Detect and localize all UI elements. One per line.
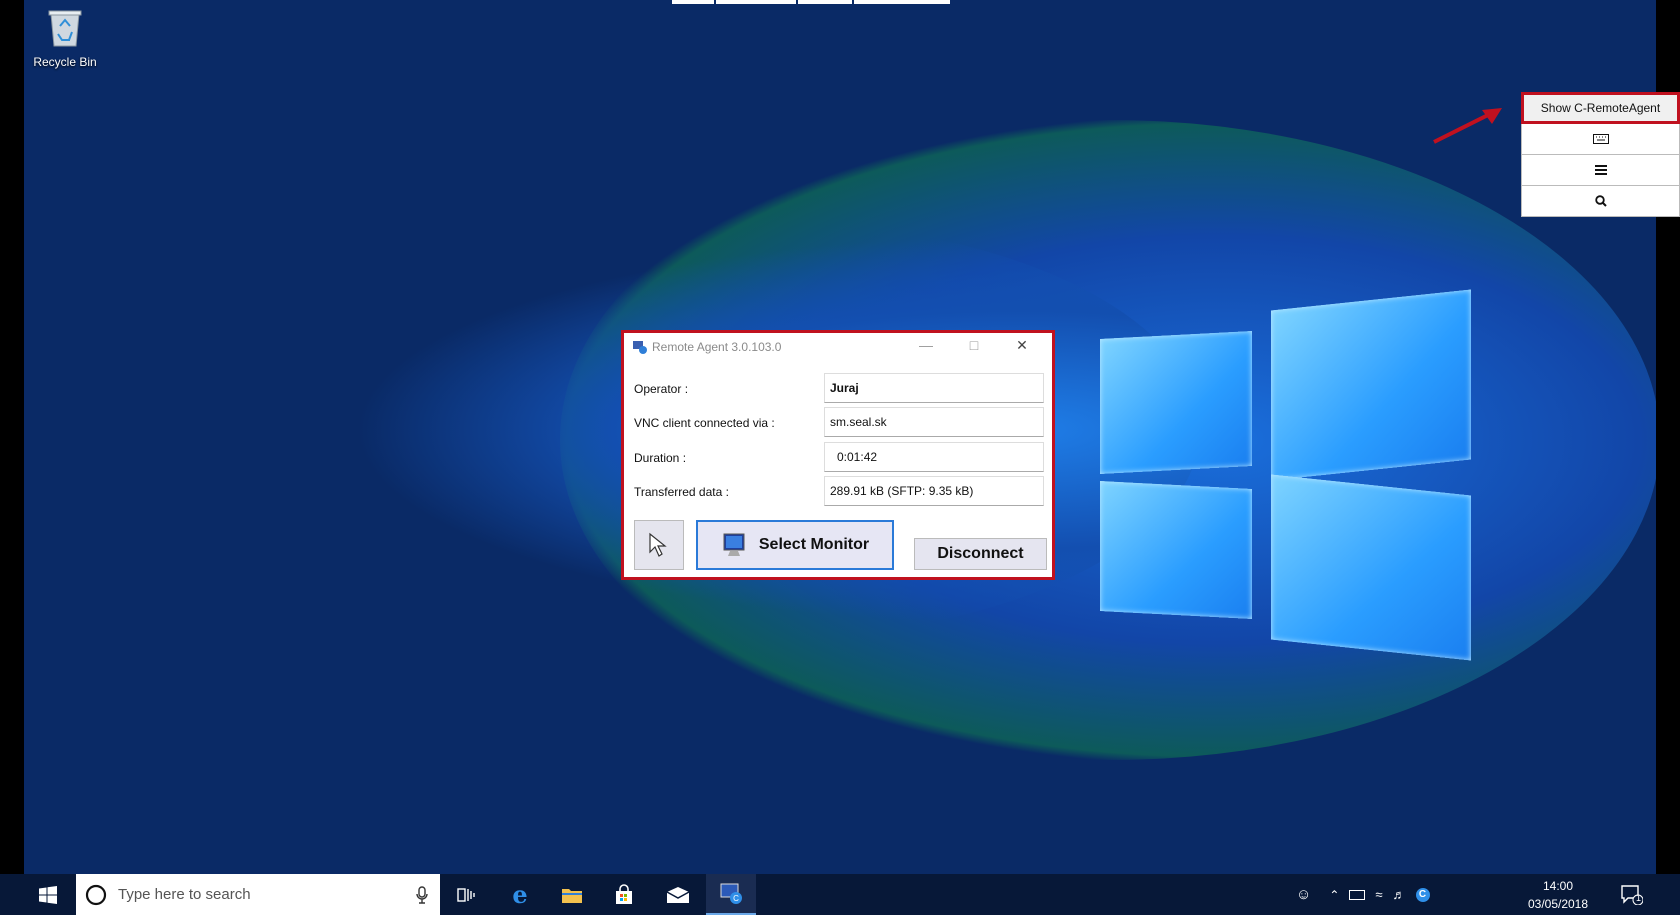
taskbar-search-box[interactable]: Type here to search bbox=[76, 874, 440, 915]
svg-text:C: C bbox=[733, 894, 739, 903]
maximize-button[interactable]: □ bbox=[950, 337, 998, 354]
select-monitor-label: Select Monitor bbox=[758, 536, 870, 553]
duration-value: 0:01:42 bbox=[824, 442, 1044, 472]
screen-edge-left bbox=[0, 0, 24, 874]
taskbar: Type here to search e C ☺ ⌃ ≈ ♬ C 14:00 … bbox=[0, 874, 1680, 915]
system-tray: ☺ ⌃ ≈ ♬ C bbox=[1296, 874, 1430, 915]
close-button[interactable]: ✕ bbox=[998, 337, 1046, 354]
mail-icon bbox=[666, 886, 690, 903]
hamburger-menu-icon bbox=[1594, 165, 1607, 175]
taskbar-clock[interactable]: 14:00 03/05/2018 bbox=[1518, 877, 1598, 913]
menu-button[interactable] bbox=[1521, 155, 1680, 186]
duration-label: Duration : bbox=[634, 451, 687, 465]
window-controls: — □ ✕ bbox=[902, 337, 1046, 354]
remote-agent-toolbar: Show C-RemoteAgent bbox=[1521, 92, 1680, 217]
mouse-pointer-icon bbox=[649, 532, 667, 557]
recycle-bin[interactable]: Recycle Bin bbox=[28, 6, 102, 69]
show-remote-agent-button[interactable]: Show C-RemoteAgent bbox=[1521, 92, 1680, 124]
keyboard-icon bbox=[1592, 134, 1609, 144]
store-button[interactable] bbox=[600, 874, 648, 915]
remote-agent-app-icon bbox=[633, 341, 647, 354]
wifi-icon[interactable]: ≈ bbox=[1375, 887, 1382, 902]
transferred-data-row: Transferred data : 289.91 kB (SFTP: 9.35… bbox=[634, 476, 1044, 506]
people-icon[interactable]: ☺ bbox=[1296, 886, 1311, 903]
action-center-button[interactable]: 1 bbox=[1612, 874, 1652, 915]
task-view-icon bbox=[457, 887, 475, 902]
recycle-bin-icon bbox=[48, 10, 82, 47]
show-remote-agent-label: Show C-RemoteAgent bbox=[1540, 101, 1661, 115]
battery-icon[interactable] bbox=[1349, 889, 1366, 900]
windows-logo-pane-bl bbox=[1100, 481, 1252, 619]
remote-agent-dialog: Remote Agent 3.0.103.0 — □ ✕ Operator : … bbox=[621, 330, 1055, 580]
transferred-data-value: 289.91 kB (SFTP: 9.35 kB) bbox=[824, 476, 1044, 506]
transferred-data-label: Transferred data : bbox=[634, 485, 729, 499]
task-view-button[interactable] bbox=[442, 874, 490, 915]
monitor-icon bbox=[723, 533, 745, 556]
taskbar-search-placeholder: Type here to search bbox=[118, 886, 251, 903]
disconnect-label: Disconnect bbox=[937, 545, 1024, 562]
red-arrow-annotation bbox=[1433, 108, 1502, 144]
keyboard-button[interactable] bbox=[1521, 124, 1680, 155]
clock-time: 14:00 bbox=[1542, 879, 1574, 893]
edge-icon: e bbox=[512, 880, 528, 909]
mail-button[interactable] bbox=[654, 874, 702, 915]
file-explorer-button[interactable] bbox=[548, 874, 596, 915]
top-strip-4 bbox=[854, 0, 950, 4]
disconnect-button[interactable]: Disconnect bbox=[914, 538, 1047, 570]
top-strip-2 bbox=[716, 0, 796, 4]
notification-count: 1 bbox=[1636, 893, 1642, 903]
windows-logo-pane-tr bbox=[1271, 289, 1471, 481]
store-bag-icon bbox=[616, 883, 632, 904]
vnc-client-value: sm.seal.sk bbox=[824, 407, 1044, 437]
vnc-client-label: VNC client connected via : bbox=[634, 416, 775, 430]
top-strip-1 bbox=[672, 0, 714, 4]
operator-label: Operator : bbox=[634, 382, 689, 396]
edge-browser-button[interactable]: e bbox=[496, 874, 544, 915]
pointer-button[interactable] bbox=[634, 520, 684, 570]
windows-start-icon bbox=[39, 885, 57, 904]
cortana-circle-icon bbox=[85, 884, 107, 905]
show-hidden-icons-chevron-icon[interactable]: ⌃ bbox=[1329, 888, 1339, 902]
start-button[interactable] bbox=[24, 874, 72, 915]
clock-date: 03/05/2018 bbox=[1527, 897, 1589, 911]
remote-agent-taskbar-icon: C bbox=[720, 883, 742, 904]
windows-logo-pane-br bbox=[1271, 474, 1471, 661]
operator-value: Juraj bbox=[824, 373, 1044, 403]
select-monitor-button[interactable]: Select Monitor bbox=[696, 520, 894, 570]
windows-logo-pane-tl bbox=[1100, 331, 1252, 474]
c-remote-agent-tray-icon[interactable]: C bbox=[1415, 887, 1430, 902]
search-button[interactable] bbox=[1521, 186, 1680, 217]
microphone-icon[interactable] bbox=[416, 886, 428, 904]
duration-row: Duration : 0:01:42 bbox=[634, 442, 1044, 472]
vnc-client-row: VNC client connected via : sm.seal.sk bbox=[634, 407, 1044, 437]
remote-agent-taskbar-button[interactable]: C bbox=[706, 874, 756, 915]
top-strip-3 bbox=[798, 0, 852, 4]
operator-row: Operator : Juraj bbox=[634, 373, 1044, 403]
recycle-bin-label: Recycle Bin bbox=[33, 55, 97, 69]
folder-icon bbox=[562, 888, 582, 903]
dialog-title: Remote Agent 3.0.103.0 bbox=[652, 340, 782, 354]
volume-icon[interactable]: ♬ bbox=[1393, 887, 1406, 902]
minimize-button[interactable]: — bbox=[902, 337, 950, 354]
search-icon bbox=[1594, 195, 1607, 207]
